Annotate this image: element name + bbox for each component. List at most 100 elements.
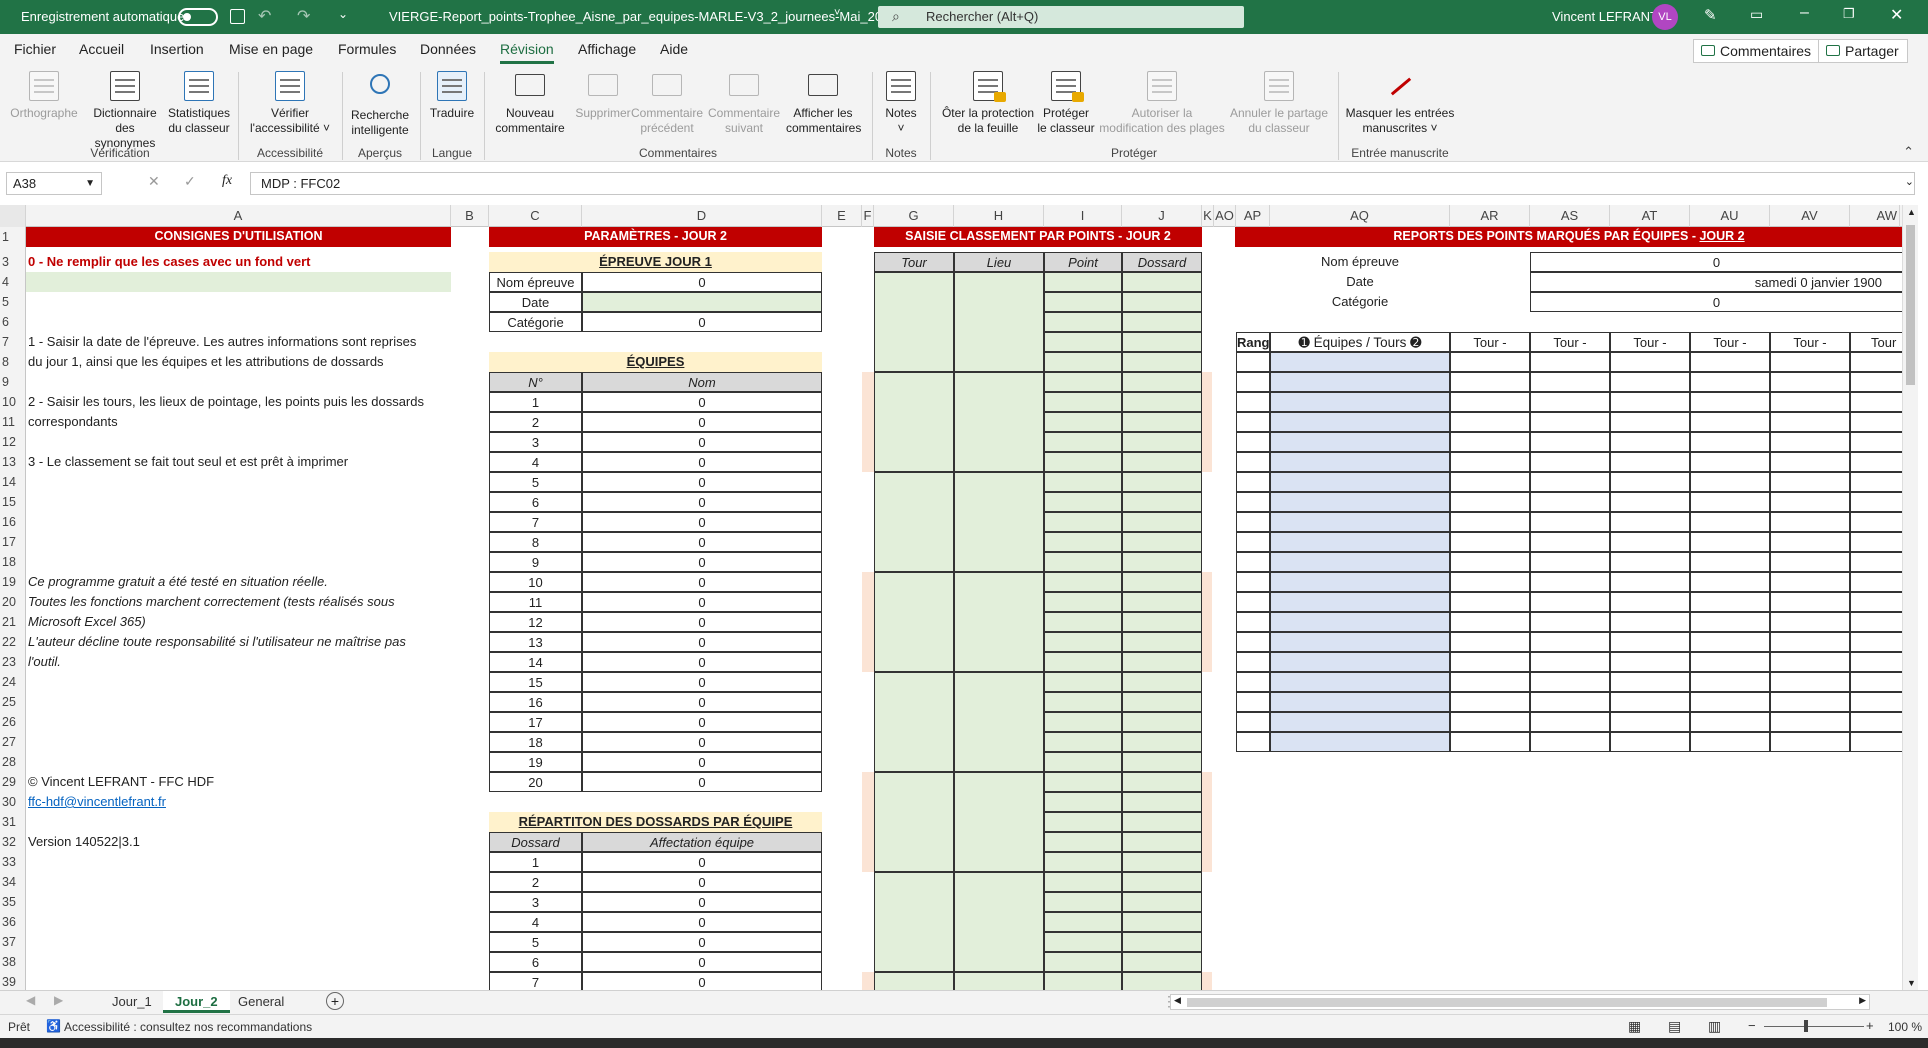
point-input[interactable] — [1044, 712, 1122, 732]
point-input[interactable] — [1044, 812, 1122, 832]
row-header[interactable]: 25 — [0, 692, 26, 712]
chevron-down-icon[interactable]: ˅ — [834, 7, 840, 19]
point-input[interactable] — [1044, 452, 1122, 472]
row-header[interactable]: 23 — [0, 652, 26, 672]
dossard-input[interactable] — [1122, 712, 1202, 732]
column-header[interactable]: A — [26, 205, 451, 227]
dossard-input[interactable] — [1122, 512, 1202, 532]
dossard-input[interactable] — [1122, 892, 1202, 912]
dossard-input[interactable] — [1122, 732, 1202, 752]
dossard-input[interactable] — [1122, 832, 1202, 852]
tour-input[interactable] — [874, 572, 954, 672]
point-input[interactable] — [1044, 692, 1122, 712]
dossard-input[interactable] — [1122, 772, 1202, 792]
dossard-input[interactable] — [1122, 312, 1202, 332]
tour-input[interactable] — [874, 272, 954, 372]
row-header[interactable]: 18 — [0, 552, 26, 572]
unprotect-sheet-button[interactable]: Ôter la protection de la feuille — [936, 68, 1040, 136]
tab-formules[interactable]: Formules — [338, 41, 396, 57]
status-accessibility[interactable]: Accessibilité : consultez nos recommanda… — [64, 1020, 312, 1034]
dossard-input[interactable] — [1122, 272, 1202, 292]
dossard-input[interactable] — [1122, 652, 1202, 672]
prev-sheet-icon[interactable]: ◀ — [26, 993, 35, 1007]
dossard-input[interactable] — [1122, 412, 1202, 432]
point-input[interactable] — [1044, 872, 1122, 892]
dossard-input[interactable] — [1122, 632, 1202, 652]
vertical-scrollbar[interactable]: ▲ ▼ — [1902, 205, 1918, 990]
dossard-input[interactable] — [1122, 592, 1202, 612]
column-header[interactable]: AP — [1236, 205, 1270, 227]
point-input[interactable] — [1044, 732, 1122, 752]
row-header[interactable]: 3 — [0, 252, 26, 272]
row-header[interactable]: 13 — [0, 452, 26, 472]
notes-button[interactable]: Notes ˅ — [878, 68, 924, 136]
row-header[interactable]: 5 — [0, 292, 26, 312]
lieu-input[interactable] — [954, 472, 1044, 572]
horizontal-scrollbar[interactable]: ◀ ▶ — [1170, 994, 1870, 1010]
row-header[interactable]: 27 — [0, 732, 26, 752]
row-header[interactable]: 36 — [0, 912, 26, 932]
row-header[interactable]: 32 — [0, 832, 26, 852]
dossard-input[interactable] — [1122, 912, 1202, 932]
dossard-input[interactable] — [1122, 572, 1202, 592]
scroll-down-icon[interactable]: ▼ — [1907, 978, 1916, 988]
point-input[interactable] — [1044, 552, 1122, 572]
tour-input[interactable] — [874, 872, 954, 972]
tour-input[interactable] — [874, 672, 954, 772]
point-input[interactable] — [1044, 432, 1122, 452]
column-header[interactable]: AW — [1850, 205, 1900, 227]
row-header[interactable]: 30 — [0, 792, 26, 812]
column-header[interactable]: D — [582, 205, 822, 227]
point-input[interactable] — [1044, 852, 1122, 872]
tab-mise-en-page[interactable]: Mise en page — [229, 41, 313, 57]
scroll-thumb[interactable] — [1187, 998, 1827, 1007]
point-input[interactable] — [1044, 512, 1122, 532]
column-header[interactable]: E — [822, 205, 862, 227]
dossard-input[interactable] — [1122, 472, 1202, 492]
lieu-input[interactable] — [954, 672, 1044, 772]
point-input[interactable] — [1044, 272, 1122, 292]
row-header[interactable]: 24 — [0, 672, 26, 692]
point-input[interactable] — [1044, 792, 1122, 812]
dossard-input[interactable] — [1122, 952, 1202, 972]
spelling-button[interactable]: Orthographe — [8, 68, 80, 121]
row-header[interactable]: 17 — [0, 532, 26, 552]
point-input[interactable] — [1044, 892, 1122, 912]
name-box[interactable]: A38 ▼ — [6, 172, 102, 195]
chevron-down-icon[interactable]: ▼ — [85, 173, 95, 194]
sheet-tab-jour1[interactable]: Jour_1 — [100, 991, 164, 1013]
row-header[interactable]: 19 — [0, 572, 26, 592]
minimize-icon[interactable]: – — [1800, 4, 1809, 22]
column-header[interactable]: F — [862, 205, 874, 227]
collapse-ribbon-icon[interactable]: ⌃ — [1903, 144, 1914, 160]
search-box[interactable]: ⌕ Rechercher (Alt+Q) — [878, 6, 1244, 28]
dossard-input[interactable] — [1122, 612, 1202, 632]
zoom-slider[interactable] — [1764, 1026, 1864, 1027]
lieu-input[interactable] — [954, 572, 1044, 672]
avatar[interactable]: VL — [1652, 4, 1678, 30]
customize-toolbar-icon[interactable]: ⌄ — [338, 7, 348, 21]
column-header[interactable]: AO — [1214, 205, 1236, 227]
point-input[interactable] — [1044, 312, 1122, 332]
scroll-up-icon[interactable]: ▲ — [1907, 207, 1916, 217]
row-header[interactable]: 9 — [0, 372, 26, 392]
translate-button[interactable]: Traduire — [424, 68, 480, 121]
row-header[interactable]: 4 — [0, 272, 26, 292]
protect-workbook-button[interactable]: Protéger le classeur — [1036, 68, 1096, 136]
new-comment-button[interactable]: Nouveau commentaire — [490, 68, 570, 136]
point-input[interactable] — [1044, 392, 1122, 412]
tour-input[interactable] — [874, 772, 954, 872]
row-header[interactable]: 10 — [0, 392, 26, 412]
zoom-out-icon[interactable]: − — [1748, 1018, 1756, 1033]
point-input[interactable] — [1044, 592, 1122, 612]
row-header[interactable]: 11 — [0, 412, 26, 432]
row-header[interactable]: 15 — [0, 492, 26, 512]
sheet-tab-general[interactable]: General — [226, 991, 296, 1013]
tab-affichage[interactable]: Affichage — [578, 41, 636, 57]
point-input[interactable] — [1044, 372, 1122, 392]
lieu-input[interactable] — [954, 972, 1044, 990]
dossard-input[interactable] — [1122, 392, 1202, 412]
file-name[interactable]: VIERGE-Report_points-Trophee_Aisne_par_e… — [389, 9, 897, 24]
normal-view-icon[interactable]: ▦ — [1628, 1018, 1641, 1035]
point-input[interactable] — [1044, 912, 1122, 932]
